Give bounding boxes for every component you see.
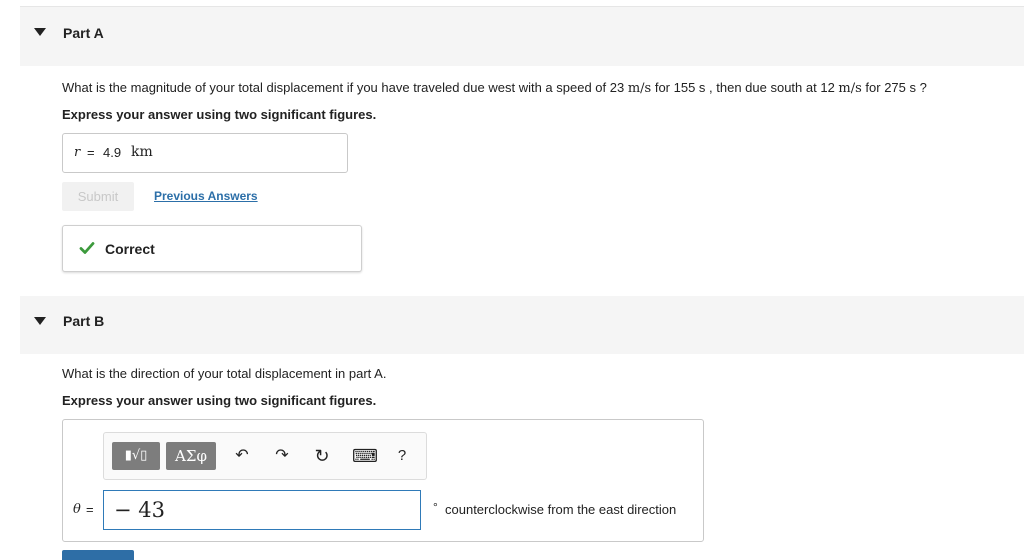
part-b-header[interactable]: Part B: [20, 296, 1024, 354]
part-a-answer-display: r = 4.9 km: [62, 133, 348, 173]
keyboard-icon[interactable]: ⌨: [352, 446, 378, 466]
undo-icon[interactable]: ↶: [232, 446, 252, 466]
redo-icon[interactable]: ↷: [272, 446, 292, 466]
collapse-caret-icon[interactable]: [34, 28, 46, 36]
part-a-question: What is the magnitude of your total disp…: [62, 80, 927, 96]
part-b-question: What is the direction of your total disp…: [62, 366, 387, 381]
greek-symbols-button[interactable]: ΑΣφ: [166, 442, 216, 470]
templates-button[interactable]: ▮√▯: [112, 442, 160, 470]
part-b-title: Part B: [63, 313, 105, 329]
collapse-caret-icon[interactable]: [34, 317, 46, 325]
angle-input[interactable]: − 43: [103, 490, 421, 530]
part-a-header[interactable]: Part A: [20, 7, 1024, 66]
previous-answers-link[interactable]: Previous Answers: [154, 189, 258, 203]
answer-variable: r: [74, 145, 81, 160]
unit-text: m/s: [838, 81, 862, 96]
help-icon[interactable]: ?: [392, 446, 412, 466]
question-text: What is the magnitude of your total disp…: [62, 80, 628, 95]
question-text: for 155 s , then due south at 12: [651, 80, 839, 95]
part-b-instruction: Express your answer using two significan…: [62, 393, 377, 408]
correct-label: Correct: [105, 241, 155, 257]
answer-unit: km: [131, 144, 153, 160]
answer-entry-panel: ▮√▯ ΑΣφ ↶ ↷ ↻ ⌨ ? θ = − 43 ° countercloc…: [62, 419, 704, 542]
answer-equals: =: [87, 145, 95, 160]
reset-icon[interactable]: ↻: [312, 446, 332, 466]
answer-equals: =: [86, 502, 94, 517]
answer-value: 4.9: [103, 145, 122, 160]
submit-button[interactable]: Submit: [62, 182, 134, 211]
degree-symbol: °: [433, 500, 438, 514]
math-toolbar: ▮√▯ ΑΣφ ↶ ↷ ↻ ⌨ ?: [103, 432, 427, 480]
checkmark-icon: [79, 242, 95, 254]
question-text: for 275 s ?: [861, 80, 927, 95]
part-a-title: Part A: [63, 25, 104, 41]
part-a-instruction: Express your answer using two significan…: [62, 107, 377, 122]
direction-label: counterclockwise from the east direction: [445, 502, 677, 517]
angle-input-value: − 43: [114, 498, 165, 522]
unit-text: m/s: [627, 81, 652, 96]
correct-feedback: Correct: [62, 225, 362, 272]
part-b-submit-button[interactable]: [62, 550, 134, 560]
answer-variable: θ: [73, 502, 81, 517]
